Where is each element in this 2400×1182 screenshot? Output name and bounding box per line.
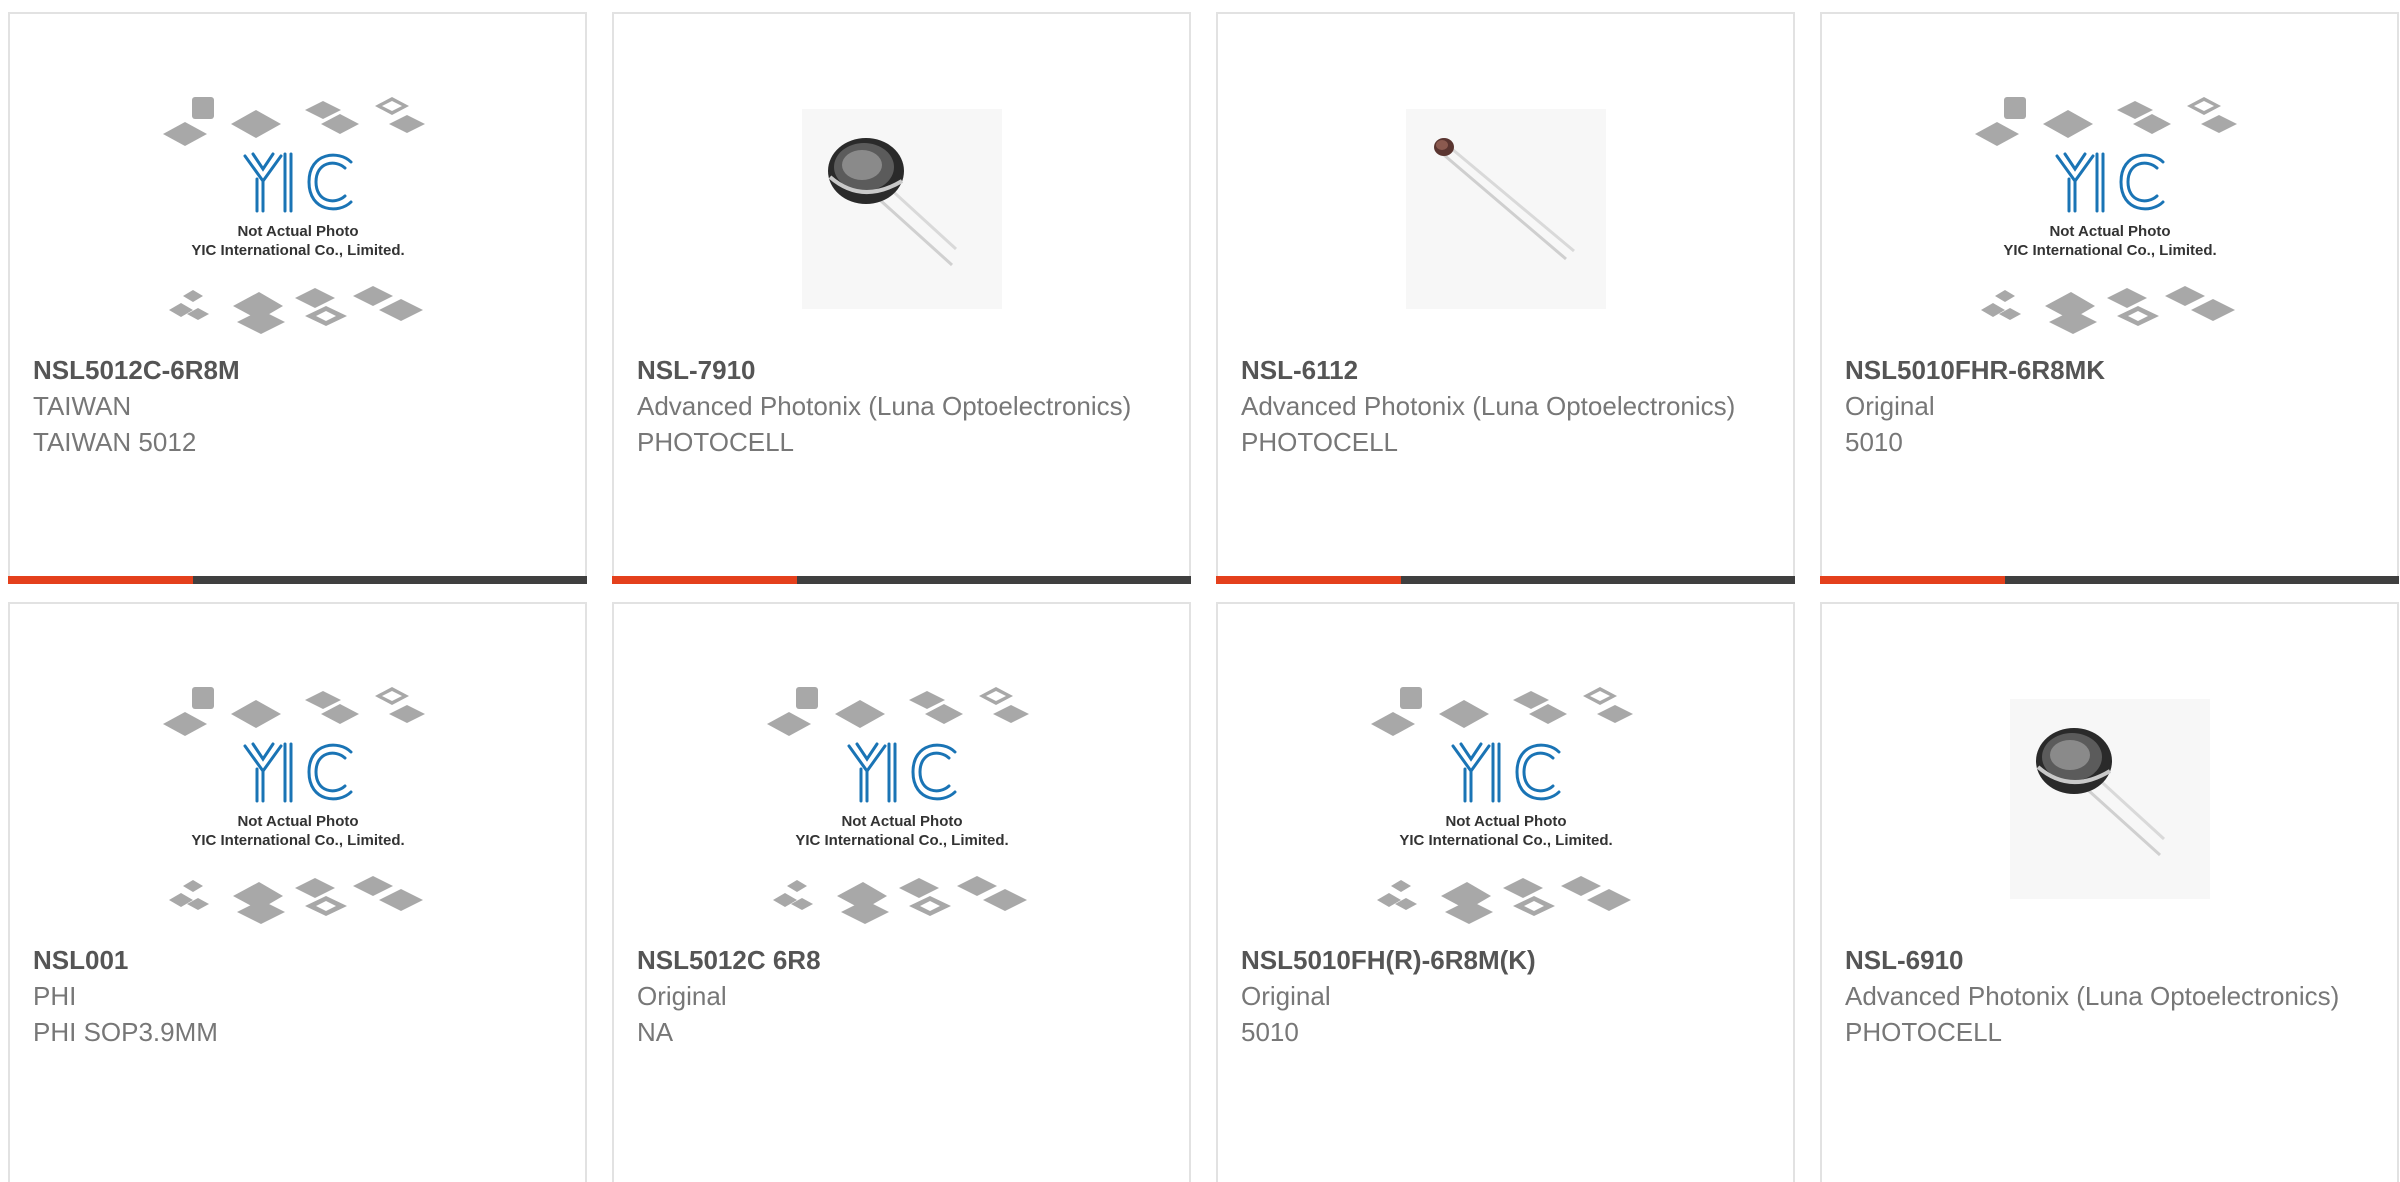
placeholder-image <box>1371 674 1641 924</box>
description: 5010 <box>1241 1017 1299 1047</box>
description: PHOTOCELL <box>1845 1017 2003 1047</box>
accent-bar <box>1820 576 2005 584</box>
product-image[interactable] <box>614 654 1189 944</box>
part-number-link[interactable]: NSL5010FHR-6R8MK <box>1845 352 2377 388</box>
part-number-link[interactable]: NSL-6112 <box>1241 352 1773 388</box>
manufacturer: PHI <box>33 981 77 1011</box>
card-bottom-bar <box>8 576 587 584</box>
placeholder-image <box>767 674 1037 924</box>
product-grid: NSL5012C-6R8M TAIWAN TAIWAN 5012 NSL-791… <box>0 0 2400 1182</box>
product-card[interactable]: NSL5012C 6R8 Original NA <box>612 602 1191 1182</box>
description: TAIWAN 5012 <box>33 427 197 457</box>
card-bottom-bar <box>1820 576 2399 584</box>
manufacturer: Original <box>1845 391 1935 421</box>
part-number-link[interactable]: NSL5012C-6R8M <box>33 352 565 388</box>
description: 5010 <box>1845 427 1903 457</box>
manufacturer: Original <box>1241 981 1331 1011</box>
product-card[interactable]: NSL5012C-6R8M TAIWAN TAIWAN 5012 <box>8 12 587 584</box>
description: NA <box>637 1017 674 1047</box>
accent-bar <box>612 576 797 584</box>
product-card[interactable]: NSL-6112 Advanced Photonix (Luna Optoele… <box>1216 12 1795 584</box>
part-number-link[interactable]: NSL-6910 <box>1845 942 2377 978</box>
manufacturer: Original <box>637 981 727 1011</box>
card-bottom-bar <box>1216 576 1795 584</box>
part-number-link[interactable]: NSL-7910 <box>637 352 1169 388</box>
accent-bar <box>1216 576 1401 584</box>
accent-bar <box>8 576 193 584</box>
placeholder-image <box>163 674 433 924</box>
description: PHOTOCELL <box>1241 427 1399 457</box>
product-image[interactable] <box>1822 654 2397 944</box>
photocell-image <box>802 109 1002 309</box>
card-bottom-bar <box>612 576 1191 584</box>
photocell-image <box>2010 699 2210 899</box>
placeholder-image <box>1975 84 2245 334</box>
description: PHOTOCELL <box>637 427 795 457</box>
product-image[interactable] <box>1822 64 2397 354</box>
part-number-link[interactable]: NSL5012C 6R8 <box>637 942 1169 978</box>
product-image[interactable] <box>10 64 585 354</box>
manufacturer: Advanced Photonix (Luna Optoelectronics) <box>637 391 1132 421</box>
manufacturer: Advanced Photonix (Luna Optoelectronics) <box>1845 981 2340 1011</box>
placeholder-image <box>163 84 433 334</box>
product-image[interactable] <box>614 64 1189 354</box>
description: PHI SOP3.9MM <box>33 1017 218 1047</box>
product-image[interactable] <box>1218 654 1793 944</box>
photocell-image <box>1406 109 1606 309</box>
product-card[interactable]: NSL001 PHI PHI SOP3.9MM <box>8 602 587 1182</box>
part-number-link[interactable]: NSL5010FH(R)-6R8M(K) <box>1241 942 1773 978</box>
product-card[interactable]: NSL-6910 Advanced Photonix (Luna Optoele… <box>1820 602 2399 1182</box>
product-image[interactable] <box>1218 64 1793 354</box>
product-card[interactable]: NSL5010FHR-6R8MK Original 5010 <box>1820 12 2399 584</box>
product-image[interactable] <box>10 654 585 944</box>
part-number-link[interactable]: NSL001 <box>33 942 565 978</box>
product-card[interactable]: NSL-7910 Advanced Photonix (Luna Optoele… <box>612 12 1191 584</box>
product-card[interactable]: NSL5010FH(R)-6R8M(K) Original 5010 <box>1216 602 1795 1182</box>
manufacturer: TAIWAN <box>33 391 132 421</box>
manufacturer: Advanced Photonix (Luna Optoelectronics) <box>1241 391 1736 421</box>
